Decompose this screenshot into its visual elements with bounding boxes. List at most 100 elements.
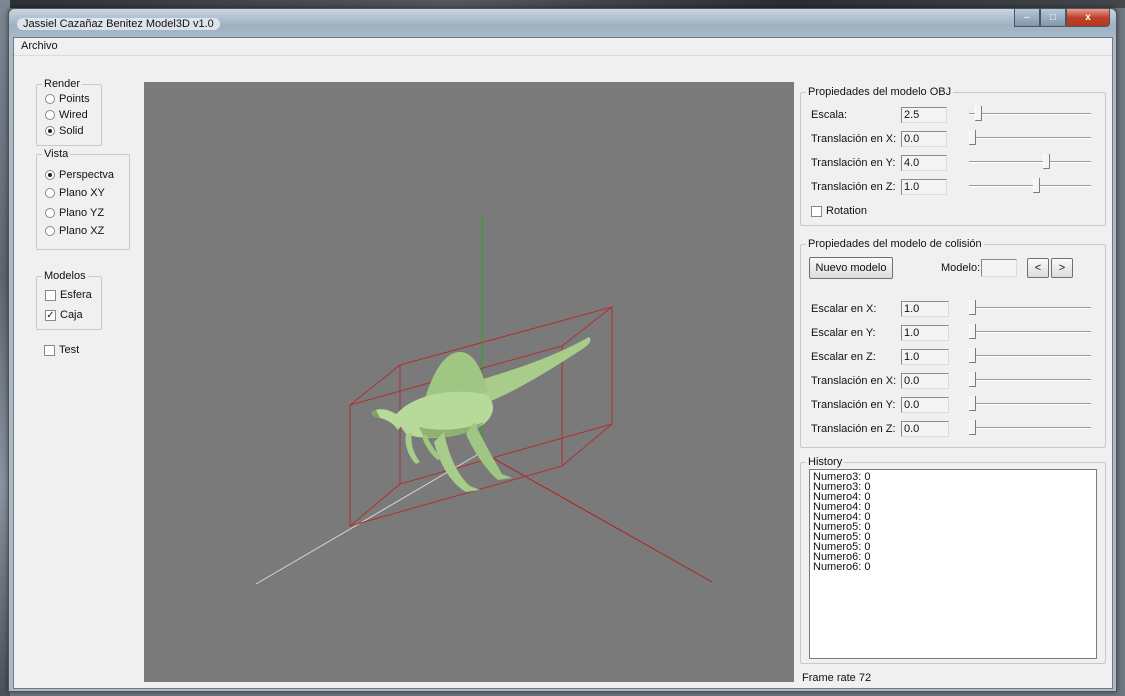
translacion-y-slider-thumb[interactable] [1043,154,1050,169]
next-model-button[interactable]: > [1051,258,1073,278]
modelos-group-label: Modelos [42,270,88,282]
obj-properties-group: Propiedades del modelo OBJ Escala: 2.5 T… [800,86,1106,226]
chevron-right-icon: > [1058,262,1066,274]
radio-wired[interactable] [45,110,55,120]
translacion-x-field[interactable]: 0.0 [901,131,947,147]
nuevo-modelo-button[interactable]: Nuevo modelo [809,257,893,279]
minimize-button[interactable]: – [1014,9,1040,27]
translacion-z-slider-track[interactable] [969,185,1091,187]
maximize-icon: □ [1049,12,1057,23]
vista-option-label: Plano XY [59,187,105,199]
radio-perspectiva[interactable] [45,170,55,180]
vista-option-perspectiva[interactable]: Perspectva [45,169,114,181]
menu-bar: Archivo [14,38,1112,56]
vista-group-label: Vista [42,148,71,160]
col-translacion-y-slider-track[interactable] [969,403,1091,405]
translacion-x-slider-track[interactable] [969,137,1091,139]
vista-option-plano-xz[interactable]: Plano XZ [45,225,104,237]
checkbox-test[interactable] [44,344,55,356]
col-translacion-x-field[interactable]: 0.0 [901,373,949,389]
window-controls: – □ x [1014,9,1110,27]
close-icon: x [1085,12,1091,23]
escalar-x-field[interactable]: 1.0 [901,301,949,317]
col-translacion-x-label: Translación en X: [811,375,897,387]
modelos-option-caja[interactable]: ✓ Caja [45,309,83,321]
vista-option-plano-xy[interactable]: Plano XY [45,187,105,199]
modelo-field[interactable] [981,259,1017,277]
title-bar[interactable]: Jassiel Cazañaz Benitez Model3D v1.0 – □… [9,9,1116,37]
dinosaur-model [372,337,591,492]
checkbox-caja[interactable]: ✓ [45,309,56,321]
translacion-x-label: Translación en X: [811,133,897,145]
col-translacion-z-field[interactable]: 0.0 [901,421,949,437]
escalar-y-label: Escalar en Y: [811,327,876,339]
radio-points[interactable] [45,94,55,104]
close-button[interactable]: x [1066,9,1110,27]
col-translacion-z-slider-track[interactable] [969,427,1091,429]
checkbox-rotation[interactable] [811,205,822,217]
test-option[interactable]: Test [44,344,79,356]
vista-option-plano-yz[interactable]: Plano YZ [45,207,104,219]
history-list[interactable]: Numero3: 0 Numero3: 0 Numero4: 0 Numero4… [809,469,1097,659]
render-option-solid[interactable]: Solid [45,125,83,137]
radio-plano-xz[interactable] [45,226,55,236]
x-axis-line [481,451,713,583]
radio-solid[interactable] [45,126,55,136]
menu-archivo[interactable]: Archivo [18,40,61,52]
frame-rate-label: Frame rate 72 [802,672,872,684]
escala-slider-track[interactable] [969,113,1091,115]
rotation-label: Rotation [826,205,867,217]
col-translacion-x-slider-track[interactable] [969,379,1091,381]
escalar-x-slider-thumb[interactable] [969,300,976,315]
minimize-icon: – [1024,12,1030,23]
translacion-y-slider-track[interactable] [969,161,1091,163]
maximize-button[interactable]: □ [1040,9,1066,27]
escalar-y-slider-track[interactable] [969,331,1091,333]
escala-field[interactable]: 2.5 [901,107,947,123]
history-group: History Numero3: 0 Numero3: 0 Numero4: 0… [800,456,1106,664]
rotation-option[interactable]: Rotation [811,205,867,217]
translacion-z-label: Translación en Z: [811,181,896,193]
escalar-z-slider-thumb[interactable] [969,348,976,363]
escalar-z-label: Escalar en Z: [811,351,876,363]
translacion-y-field[interactable]: 4.0 [901,155,947,171]
translacion-y-label: Translación en Y: [811,157,896,169]
3d-viewport[interactable] [144,82,794,682]
escala-label: Escala: [811,109,848,121]
scene-canvas [255,215,713,585]
col-translacion-z-label: Translación en Z: [811,423,896,435]
translacion-z-field[interactable]: 1.0 [901,179,947,195]
escalar-z-field[interactable]: 1.0 [901,349,949,365]
prev-model-button[interactable]: < [1027,258,1049,278]
history-label: History [806,456,845,468]
radio-plano-yz[interactable] [45,208,55,218]
radio-plano-xy[interactable] [45,188,55,198]
obj-properties-label: Propiedades del modelo OBJ [806,86,954,98]
test-label: Test [59,344,80,356]
escala-slider-thumb[interactable] [975,106,982,121]
col-translacion-x-slider-thumb[interactable] [969,372,976,387]
render-option-points[interactable]: Points [45,93,90,105]
translacion-z-slider-thumb[interactable] [1033,178,1040,193]
escalar-y-slider-thumb[interactable] [969,324,976,339]
render-group: Render Points Wired Solid [36,78,102,146]
render-option-label: Wired [59,109,88,121]
chevron-left-icon: < [1034,262,1042,274]
escalar-z-slider-track[interactable] [969,355,1091,357]
client-area: Archivo Render Points Wired Solid Vista [13,37,1113,689]
escalar-y-field[interactable]: 1.0 [901,325,949,341]
render-option-label: Solid [59,125,84,137]
render-group-label: Render [42,78,83,90]
col-translacion-y-slider-thumb[interactable] [969,396,976,411]
history-line: Numero6: 0 [813,561,871,573]
col-translacion-z-slider-thumb[interactable] [969,420,976,435]
app-window: Jassiel Cazañaz Benitez Model3D v1.0 – □… [8,8,1117,692]
modelos-option-esfera[interactable]: Esfera [45,289,92,301]
render-option-wired[interactable]: Wired [45,109,88,121]
col-translacion-y-field[interactable]: 0.0 [901,397,949,413]
window-title: Jassiel Cazañaz Benitez Model3D v1.0 [17,18,220,30]
checkbox-esfera[interactable] [45,289,56,301]
vista-group: Vista Perspectva Plano XY Plano YZ Plano… [36,148,130,250]
escalar-x-slider-track[interactable] [969,307,1091,309]
translacion-x-slider-thumb[interactable] [969,130,976,145]
